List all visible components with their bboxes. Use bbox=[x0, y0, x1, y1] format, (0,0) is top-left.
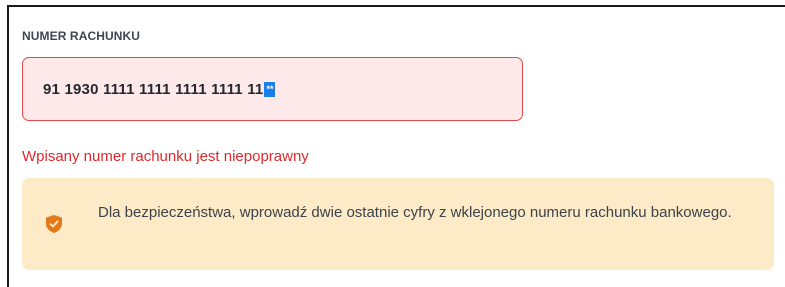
account-number-value: 91 1930 1111 1111 1111 1111 11 ** bbox=[43, 80, 276, 98]
account-number-error: Wpisany numer rachunku jest niepoprawny bbox=[22, 148, 309, 165]
shield-icon bbox=[46, 215, 62, 233]
masked-last-digits[interactable]: ** bbox=[264, 81, 276, 97]
account-number-text: 91 1930 1111 1111 1111 1111 11 bbox=[43, 80, 264, 98]
form-panel: NUMER RACHUNKU 91 1930 1111 1111 1111 11… bbox=[7, 5, 785, 287]
security-info-text: Dla bezpieczeństwa, wprowadź dwie ostatn… bbox=[98, 204, 732, 221]
security-info-box: Dla bezpieczeństwa, wprowadź dwie ostatn… bbox=[22, 178, 774, 270]
account-number-input[interactable]: 91 1930 1111 1111 1111 1111 11 ** bbox=[22, 57, 523, 121]
account-number-label: NUMER RACHUNKU bbox=[22, 29, 141, 43]
